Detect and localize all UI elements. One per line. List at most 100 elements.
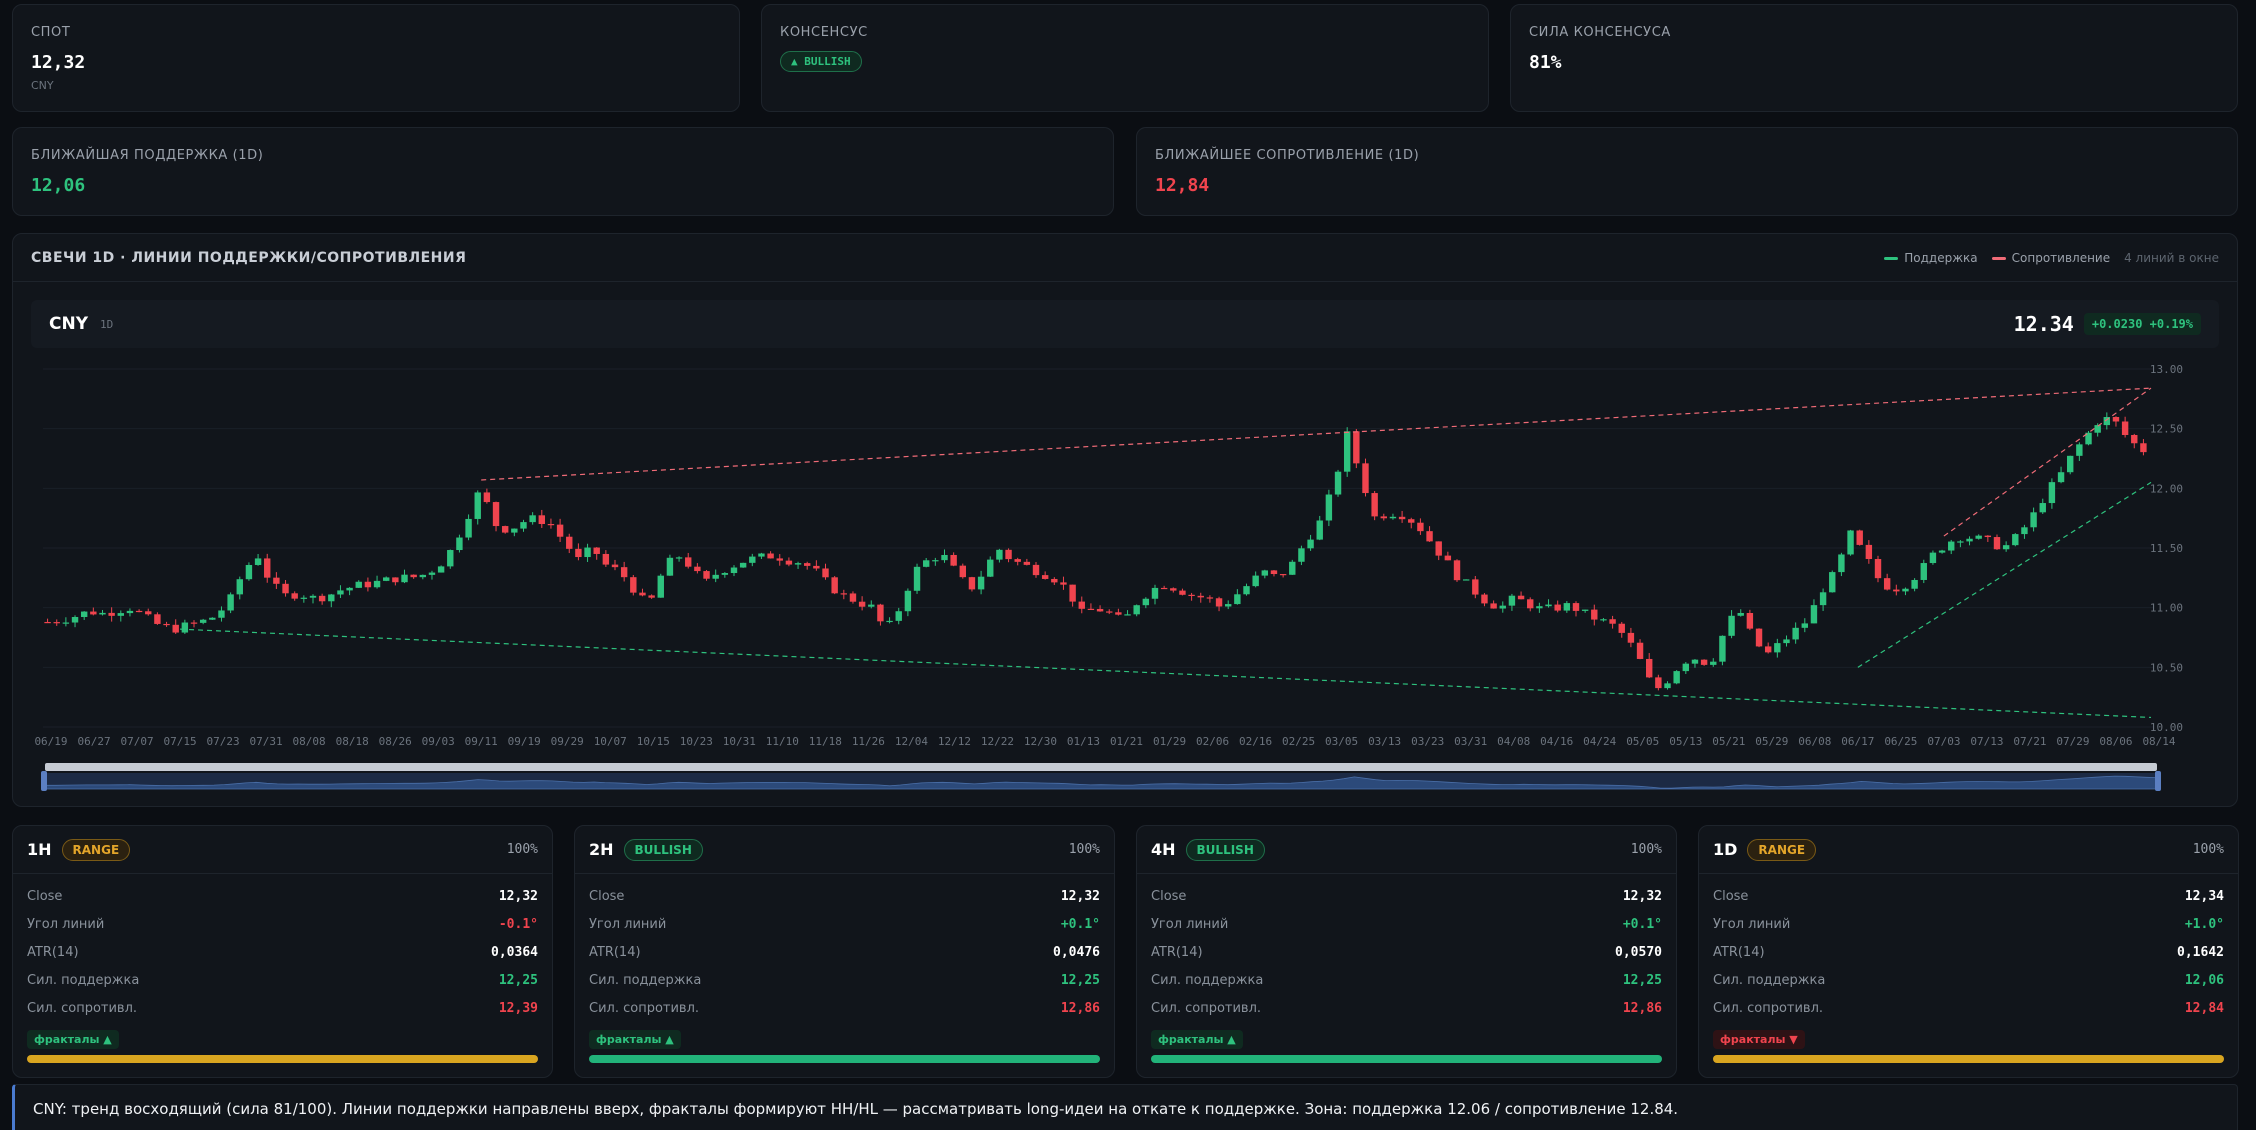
candle-body	[1325, 494, 1333, 521]
lines-note: 4 линий в окне	[2124, 250, 2219, 265]
consensus-badge: ▲ BULLISH	[780, 51, 862, 72]
candle-body	[794, 563, 802, 565]
candle-body	[199, 619, 207, 623]
candle-body	[538, 515, 545, 525]
x-tick-label: 03/05	[1325, 735, 1358, 748]
kpi-strength-value: 81%	[1529, 52, 1562, 73]
candle-body	[1737, 612, 1744, 616]
candle-body	[1472, 579, 1479, 595]
chart-interval: 1D	[100, 317, 114, 331]
candle-chart[interactable]: 13.00 12.50 12.00 11.50 11.00 10.50 10.00 06/19…	[13, 348, 2239, 808]
zoom-handle-left[interactable]	[41, 771, 47, 791]
x-tick-label: 05/05	[1626, 735, 1659, 748]
candle-body	[1124, 614, 1131, 616]
candle-body	[145, 611, 152, 615]
legend-support-swatch	[1884, 256, 1899, 260]
x-tick-label: 04/08	[1497, 735, 1530, 748]
candle-body	[1728, 615, 1735, 636]
candle-body	[346, 587, 353, 591]
candle-body	[456, 537, 463, 551]
timeframe-card-2h: 2H BULLISH 100% Close 12,32 Угол линий +0.…	[574, 825, 1115, 1078]
candle-body	[44, 621, 51, 624]
x-tick-label: 12/22	[981, 735, 1014, 748]
kpi-spot: СПОТ 12,32 CNY	[12, 4, 740, 112]
candle-body	[858, 601, 866, 607]
legend-resistance[interactable]: Сопротивление	[1991, 251, 2110, 265]
row-support-label: Сил. поддержка	[1151, 972, 1264, 988]
candle-body	[1499, 605, 1506, 609]
trend-strength-bar	[589, 1055, 1100, 1063]
candle-body	[1838, 554, 1845, 573]
x-tick-label: 05/21	[1712, 735, 1745, 748]
candle-body	[602, 553, 610, 565]
x-tick-label: 07/23	[207, 735, 240, 748]
row-atr-value: 0,0364	[491, 944, 538, 960]
candle-body	[373, 580, 381, 588]
candle-body	[584, 547, 591, 558]
timeframe-name: 1H	[27, 840, 52, 859]
trend-strength-bar	[1151, 1055, 1662, 1063]
candle-body	[1225, 604, 1232, 607]
candle-body	[1563, 603, 1571, 611]
x-tick-label: 08/08	[293, 735, 326, 748]
legend-resistance-swatch	[1991, 256, 2006, 260]
x-tick-label: 03/23	[1411, 735, 1444, 748]
row-support: Сил. поддержка 12,25	[13, 966, 552, 994]
trend-strength-bar	[27, 1055, 538, 1063]
row-angle-value: -0.1°	[498, 916, 538, 932]
x-tick-label: 08/26	[379, 735, 412, 748]
x-tick-label: 12/12	[938, 735, 971, 748]
x-tick-label: 01/13	[1067, 735, 1100, 748]
x-tick-label: 04/24	[1583, 735, 1616, 748]
kpi-strength: СИЛА КОНСЕНСУСА 81%	[1510, 4, 2238, 112]
candle-body	[1160, 587, 1168, 590]
row-support-label: Сил. поддержка	[1713, 972, 1826, 988]
candle-body	[1536, 606, 1543, 609]
row-support-value: 12,25	[1622, 972, 1662, 988]
row-resistance: Сил. сопротивл. 12,86	[1137, 994, 1676, 1022]
candle-body	[1371, 493, 1378, 517]
candle-body	[968, 577, 976, 590]
row-angle-label: Угол линий	[1713, 916, 1791, 932]
x-tick-label: 08/14	[2142, 735, 2175, 748]
candle-body	[1490, 603, 1497, 609]
zoom-range-bar[interactable]	[45, 763, 2157, 771]
candle-body	[2048, 482, 2056, 504]
candle-body	[172, 624, 179, 633]
chart-panel-title: СВЕЧИ 1D · ЛИНИИ ПОДДЕРЖКИ/СОПРОТИВЛЕНИЯ	[31, 249, 467, 266]
candle-body	[154, 614, 161, 624]
candle-body	[1444, 555, 1452, 561]
candle-body	[785, 560, 793, 565]
candle-body	[1215, 598, 1223, 607]
row-angle: Угол линий -0.1°	[13, 910, 552, 938]
candle-body	[1874, 559, 1882, 579]
candle-body	[675, 557, 683, 559]
row-resistance-label: Сил. сопротивл.	[1713, 1000, 1824, 1016]
legend-support[interactable]: Поддержка	[1884, 251, 1978, 265]
row-resistance-label: Сил. сопротивл.	[589, 1000, 700, 1016]
fractals-badge: фракталы ▲	[27, 1030, 119, 1049]
candle-body	[813, 565, 820, 569]
candle-body	[1527, 599, 1534, 609]
row-close-value: 12,32	[498, 888, 538, 904]
row-atr: ATR(14) 0,1642	[1699, 938, 2238, 966]
candle-body	[264, 558, 271, 578]
candle-body	[1700, 659, 1708, 665]
candle-body	[1893, 589, 1900, 592]
fractals-badge: фракталы ▲	[1151, 1030, 1243, 1049]
candle-body	[90, 611, 97, 615]
candle-body	[1755, 628, 1763, 647]
resistance-line	[1943, 387, 2152, 537]
candle-body	[1774, 643, 1781, 653]
candle-body	[2076, 444, 2083, 456]
row-resistance: Сил. сопротивл. 12,39	[13, 994, 552, 1022]
candle-body	[1627, 632, 1635, 643]
candle-body	[804, 563, 811, 566]
candle-body	[685, 557, 692, 567]
row-resistance-value: 12,86	[1622, 1000, 1662, 1016]
zoom-handle-right[interactable]	[2155, 771, 2161, 791]
kpi-resistance-value: 12,84	[1155, 175, 1210, 196]
x-tick-label: 10/31	[723, 735, 756, 748]
candle-body	[1096, 608, 1104, 612]
row-angle-label: Угол линий	[589, 916, 667, 932]
